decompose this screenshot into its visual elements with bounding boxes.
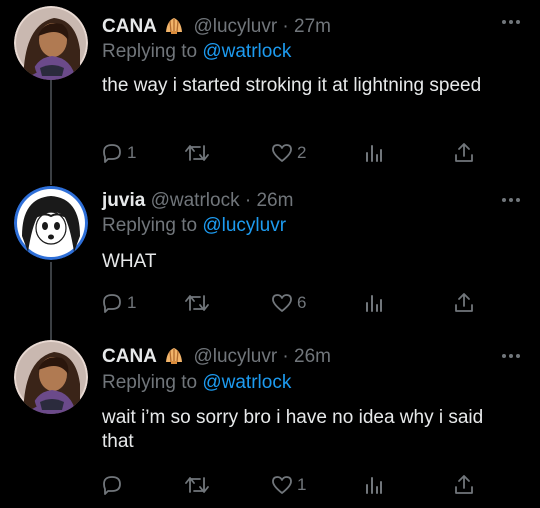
more-horizontal-icon[interactable] [500,192,522,202]
replying-to: Replying to @watrlock [102,41,291,63]
more-horizontal-icon[interactable] [500,348,522,358]
like-count: 6 [297,293,307,312]
reply-button[interactable]: 1 [100,290,136,316]
handle-and-time[interactable]: @watrlock · 26m [151,190,294,211]
replying-prefix: Replying to [102,215,198,236]
share-icon [455,475,473,494]
like-button[interactable]: 1 [270,472,306,498]
handle-and-time[interactable]: @lucyluvr · 26m [193,346,331,367]
shell-emoji-icon [164,16,184,40]
retweet-button[interactable] [184,140,213,166]
share-icon [455,143,473,162]
reply-button[interactable]: 1 [100,140,136,166]
replying-prefix: Replying to [102,41,198,62]
stats-button[interactable] [362,472,386,498]
reply-count: 1 [127,293,137,312]
share-button[interactable] [452,290,476,316]
display-name[interactable]: CANA [102,16,157,37]
reply-count: 1 [127,143,137,162]
replying-to-link[interactable]: @watrlock [202,41,291,62]
tweet-text: wait i’m so sorry bro i have no idea why… [102,407,484,452]
avatar[interactable] [14,186,88,260]
retweet-icon [185,477,209,493]
stats-icon [366,295,382,312]
tweet-text: WHAT [102,251,157,272]
shell-emoji-icon [164,346,184,370]
thread-connector [50,80,52,185]
more-horizontal-icon[interactable] [500,14,522,24]
tweet-actions: 1 6 [100,290,490,316]
tweet-header: CANA @lucyluvr · 27m [102,16,331,40]
replying-to: Replying to @lucyluvr [102,215,286,237]
heart-icon [272,476,292,494]
like-button[interactable]: 2 [270,140,306,166]
stats-button[interactable] [362,140,386,166]
like-button[interactable]: 6 [270,290,306,316]
reply-button[interactable] [100,472,127,498]
retweet-icon [185,145,209,161]
reply-icon [103,294,121,313]
share-button[interactable] [452,140,476,166]
tweet-header: juvia @watrlock · 26m [102,190,293,212]
heart-icon [272,294,292,312]
retweet-button[interactable] [184,472,213,498]
retweet-icon [185,295,209,311]
stats-icon [366,477,382,494]
thread-connector [50,262,52,344]
like-count: 1 [297,475,307,494]
reply-icon [103,476,121,495]
tweet-actions: 1 [100,472,490,498]
handle-and-time[interactable]: @lucyluvr · 27m [193,16,331,37]
replying-to-link[interactable]: @lucyluvr [202,215,286,236]
avatar[interactable] [14,6,88,80]
replying-to-link[interactable]: @watrlock [202,372,291,393]
replying-to: Replying to @watrlock [102,372,291,394]
replying-prefix: Replying to [102,372,198,393]
stats-button[interactable] [362,290,386,316]
retweet-button[interactable] [184,290,213,316]
display-name[interactable]: juvia [102,190,145,211]
reply-icon [103,144,121,163]
tweet-actions: 1 2 [100,140,490,166]
stats-icon [366,145,382,162]
share-icon [455,293,473,312]
avatar[interactable] [14,340,88,414]
tweet-header: CANA @lucyluvr · 26m [102,346,331,370]
share-button[interactable] [452,472,476,498]
like-count: 2 [297,143,307,162]
display-name[interactable]: CANA [102,346,157,367]
heart-icon [272,144,292,162]
tweet-text: the way i started stroking it at lightni… [102,75,482,96]
